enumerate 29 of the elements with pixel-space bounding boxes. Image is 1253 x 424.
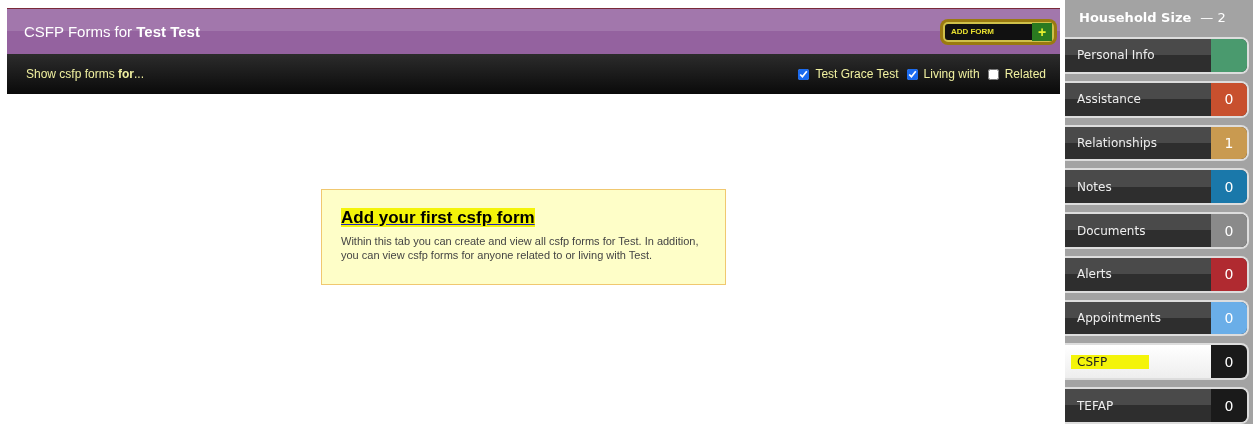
sidebar-tab[interactable]: Documents 0 — [1065, 212, 1249, 249]
sidebar-tab[interactable]: Relationships 1 — [1065, 124, 1249, 162]
empty-state-description: Within this tab you can create and view all csfp forms for Test. In addition, you can view csfp forms for anyone related to or living with Test. — [341, 234, 700, 262]
household-size: Household Size — 2 — [1078, 10, 1227, 25]
count-badge: 0 — [1211, 257, 1247, 291]
checkbox-label: Test Grace Test — [815, 67, 899, 81]
sidebar-tab[interactable]: Appointments 0 — [1065, 299, 1249, 337]
checkbox[interactable] — [798, 68, 810, 80]
count-badge: 0 — [1211, 389, 1247, 423]
count-badge: 0 — [1211, 170, 1247, 204]
checkbox-label: Related — [1004, 67, 1046, 81]
add-first-form-link[interactable]: Add your first csfp form — [341, 208, 535, 227]
count-badge: 1 — [1211, 126, 1247, 160]
sidebar-tab[interactable]: Alerts 0 — [1065, 255, 1249, 293]
sidebar-tab[interactable]: Notes 0 — [1065, 168, 1249, 206]
page-title: CSFP Forms for Test Test — [24, 23, 200, 40]
add-form-button[interactable]: ADD FORM + — [942, 21, 1054, 42]
filter-label: Show csfp forms for... — [26, 67, 145, 81]
checkbox[interactable] — [906, 68, 918, 80]
count-badge: 0 — [1211, 301, 1247, 335]
checkbox-label: Living with — [923, 67, 980, 81]
count-badge: 0 — [1211, 214, 1247, 247]
count-badge: 0 — [1211, 345, 1247, 379]
sidebar-tab[interactable]: Personal Info — [1065, 37, 1249, 74]
count-badge: 0 — [1211, 82, 1247, 116]
checkbox[interactable] — [987, 68, 999, 80]
sidebar-tab[interactable]: CSFP 0 — [1065, 343, 1249, 381]
sidebar-tab[interactable]: Assistance 0 — [1065, 80, 1249, 118]
sidebar-tab[interactable]: TEFAP 0 — [1065, 387, 1249, 424]
